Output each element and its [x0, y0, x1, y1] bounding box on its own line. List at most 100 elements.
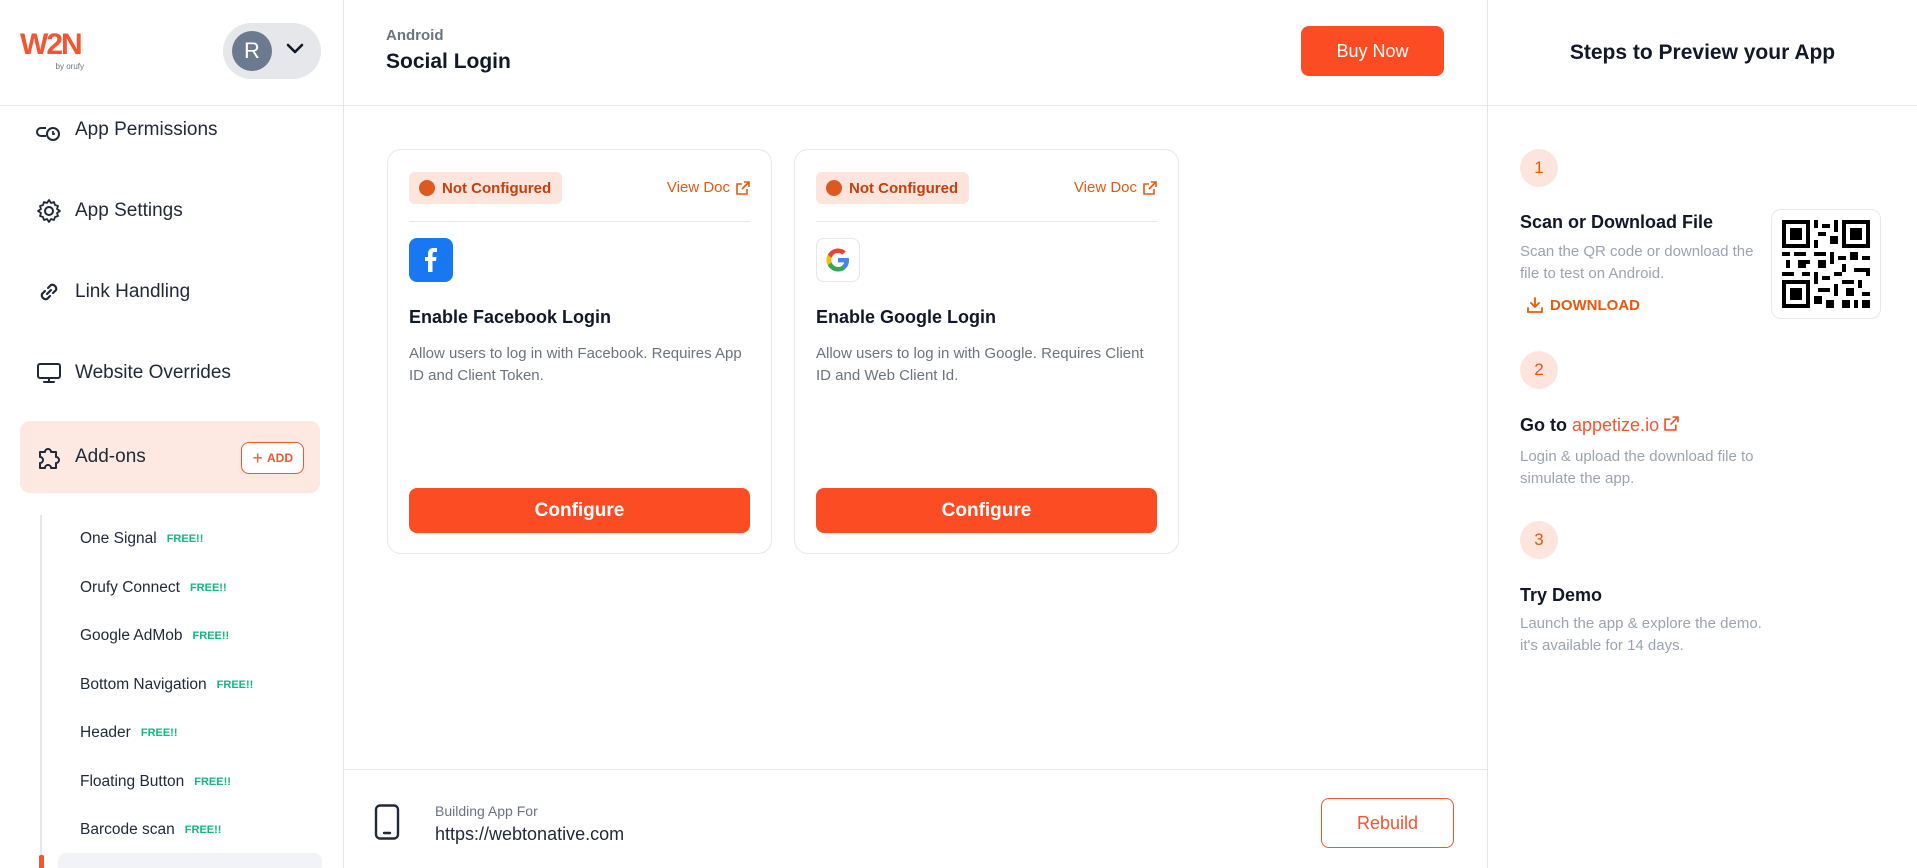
brand-logo[interactable]: W2N by orufy — [20, 28, 86, 72]
add-button-label: ADD — [267, 451, 293, 465]
add-addon-button[interactable]: + ADD — [241, 442, 304, 474]
preview-panel: Steps to Preview your App 1 Scan or Down… — [1487, 0, 1917, 868]
configure-google-button[interactable]: Configure — [816, 488, 1157, 533]
addon-list: One Signal FREE!! Orufy Connect FREE!! G… — [39, 515, 322, 868]
view-doc-link[interactable]: View Doc — [667, 179, 750, 196]
status-text: Not Configured — [849, 179, 959, 197]
addon-label: Barcode scan — [80, 821, 175, 839]
view-doc-label: View Doc — [1073, 179, 1137, 196]
step-description: Launch the app & explore the demo. it's … — [1520, 615, 1762, 654]
user-menu[interactable]: R — [223, 23, 321, 79]
addon-label: Google AdMob — [80, 627, 183, 645]
google-login-card: Not Configured View Doc Enable Google Lo… — [794, 149, 1179, 554]
external-link-icon — [736, 180, 750, 195]
view-doc-label: View Doc — [666, 179, 730, 196]
step-description: Scan the QR code or download the file to… — [1520, 243, 1754, 282]
status-dot-icon — [826, 180, 842, 196]
plus-icon: + — [252, 447, 263, 468]
logo-text: W2N — [20, 28, 83, 61]
free-badge: FREE!! — [192, 630, 230, 643]
addon-label: Floating Button — [80, 772, 185, 790]
phone-icon — [374, 804, 400, 845]
platform-label: Android — [386, 27, 444, 44]
qr-code — [1771, 209, 1881, 319]
step-number: 2 — [1520, 351, 1558, 389]
status-badge: Not Configured — [409, 172, 563, 204]
buy-now-button[interactable]: Buy Now — [1301, 26, 1444, 76]
step-description: Login & upload the download file to simu… — [1520, 448, 1754, 487]
status-dot-icon — [419, 180, 435, 196]
avatar: R — [232, 31, 272, 71]
step-title: Go to appetize.io — [1520, 415, 1679, 436]
card-description: Allow users to log in with Google. Requi… — [816, 345, 1144, 384]
step-number: 3 — [1520, 521, 1558, 559]
facebook-icon — [409, 238, 453, 282]
addon-item-header[interactable]: Header FREE!! — [42, 709, 320, 758]
addon-item-orufy-connect[interactable]: Orufy Connect FREE!! — [42, 564, 320, 613]
addon-label: One Signal — [80, 530, 157, 548]
main-content: Android Social Login Buy Now Not Configu… — [344, 0, 1487, 868]
chevron-down-icon — [286, 42, 304, 60]
card-title: Enable Facebook Login — [409, 307, 612, 327]
preview-title: Steps to Preview your App — [1488, 0, 1917, 106]
build-label: Building App For — [435, 803, 538, 819]
external-link-icon — [1143, 180, 1157, 195]
free-badge: FREE!! — [166, 533, 204, 546]
free-badge: FREE!! — [189, 581, 227, 594]
card-header: Not Configured View Doc — [409, 172, 750, 222]
card-header: Not Configured View Doc — [816, 172, 1157, 222]
addon-item-floating-button[interactable]: Floating Button FREE!! — [42, 758, 320, 807]
sidebar-item-add-ons[interactable]: Add-ons + ADD — [20, 421, 320, 493]
view-doc-link[interactable]: View Doc — [1074, 179, 1157, 196]
addon-label: Orufy Connect — [80, 578, 180, 596]
sidebar-item-website-overrides[interactable]: Website Overrides — [20, 337, 320, 409]
rebuild-button[interactable]: Rebuild — [1321, 798, 1454, 848]
addon-item-google-admob[interactable]: Google AdMob FREE!! — [42, 612, 320, 661]
permissions-icon — [35, 119, 63, 145]
sidebar-item-link-handling[interactable]: Link Handling — [20, 256, 320, 328]
addon-label: Header — [80, 724, 131, 742]
free-badge: FREE!! — [184, 824, 222, 837]
logo-subtext: by orufy — [55, 62, 84, 71]
status-badge: Not Configured — [816, 172, 970, 204]
main-header: Android Social Login Buy Now — [344, 0, 1487, 106]
download-icon — [1527, 297, 1543, 313]
addon-label: Bottom Navigation — [80, 675, 207, 693]
app-root: W2N by orufy R App Permissions App Setti… — [0, 0, 1917, 868]
step-number: 1 — [1520, 149, 1558, 187]
addon-active-highlight — [58, 853, 322, 868]
external-link-icon — [1664, 416, 1679, 431]
monitor-icon — [35, 359, 63, 387]
card-title: Enable Google Login — [816, 307, 996, 327]
status-text: Not Configured — [442, 179, 552, 197]
puzzle-icon — [35, 443, 63, 471]
appetize-link[interactable]: appetize.io — [1572, 415, 1659, 435]
qr-code-icon — [1782, 220, 1870, 308]
addon-item-one-signal[interactable]: One Signal FREE!! — [42, 515, 320, 564]
free-badge: FREE!! — [140, 727, 178, 740]
sidebar-header: W2N by orufy R — [0, 0, 343, 106]
step-title: Try Demo — [1520, 585, 1603, 605]
sidebar-item-label: App Permissions — [75, 119, 218, 140]
addon-item-barcode-scan[interactable]: Barcode scan FREE!! — [42, 806, 320, 855]
step-title-prefix: Go to — [1520, 415, 1567, 435]
sidebar-item-label: Website Overrides — [75, 362, 231, 383]
link-icon — [35, 278, 63, 306]
page-title: Social Login — [386, 50, 511, 73]
configure-facebook-button[interactable]: Configure — [409, 488, 750, 533]
free-badge: FREE!! — [194, 775, 231, 788]
addon-item-bottom-navigation[interactable]: Bottom Navigation FREE!! — [42, 661, 320, 710]
facebook-login-card: Not Configured View Doc Enable Facebook … — [387, 149, 772, 554]
sidebar-item-label: App Settings — [75, 200, 183, 221]
google-icon — [816, 238, 860, 282]
free-badge: FREE!! — [216, 678, 254, 691]
addon-active-indicator — [39, 855, 44, 868]
gear-icon — [35, 197, 63, 225]
download-button[interactable]: DOWNLOAD — [1526, 296, 1640, 314]
sidebar-item-app-permissions[interactable]: App Permissions — [20, 95, 320, 145]
download-label: DOWNLOAD — [1550, 296, 1640, 314]
build-footer: Building App For https://webtonative.com… — [344, 769, 1487, 868]
sidebar-item-label: Link Handling — [75, 281, 191, 302]
sidebar-item-app-settings[interactable]: App Settings — [20, 175, 320, 247]
sidebar-item-label: Add-ons — [75, 446, 146, 467]
